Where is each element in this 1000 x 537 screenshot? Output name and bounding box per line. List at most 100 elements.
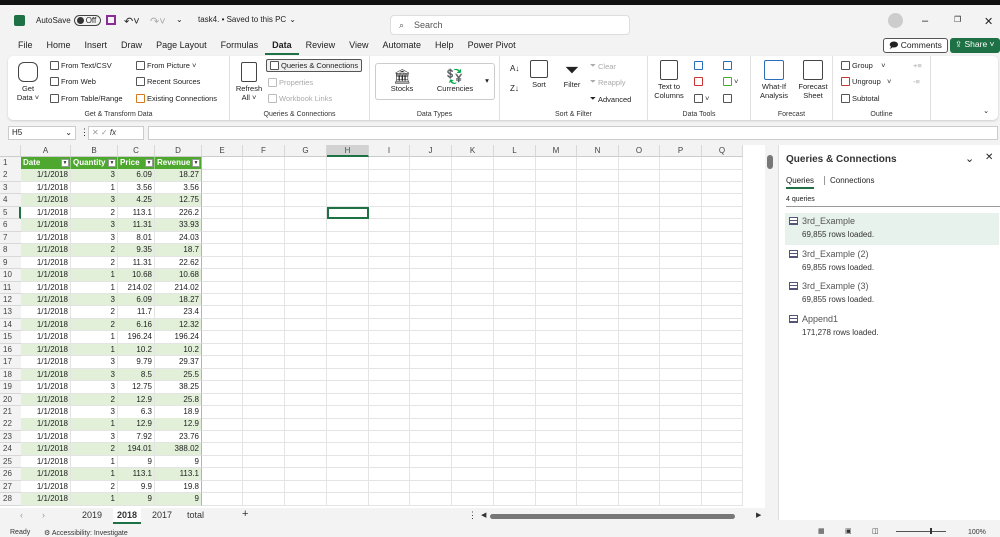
cell[interactable] [577,231,619,245]
subtotal-button[interactable]: Subtotal [841,94,880,103]
cell[interactable] [660,455,702,469]
table-cell[interactable]: 214.02 [155,281,202,294]
cell[interactable] [369,181,410,195]
cell[interactable] [452,244,494,257]
cell[interactable] [577,331,619,344]
table-cell[interactable]: 12.9 [118,418,155,431]
table-cell[interactable]: 9 [155,455,202,469]
cell[interactable] [410,157,452,170]
column-header[interactable]: E [202,145,243,157]
tab-insert[interactable]: Insert [78,37,115,55]
table-cell[interactable]: 1/1/2018 [21,306,71,319]
table-cell[interactable]: 2 [71,480,118,494]
table-cell[interactable]: 18.7 [155,244,202,257]
cell[interactable] [327,418,369,431]
cell[interactable] [702,244,743,257]
cell[interactable] [702,219,743,232]
cell[interactable] [494,418,536,431]
cell[interactable] [327,169,369,182]
table-cell[interactable]: 9.79 [118,356,155,369]
cell[interactable] [202,318,243,332]
table-cell[interactable]: 1/1/2018 [21,455,71,469]
cell[interactable] [202,480,243,494]
group-button[interactable]: Group ˅ [841,61,886,70]
cell[interactable] [619,430,660,444]
cell[interactable] [619,468,660,481]
table-cell[interactable]: 1/1/2018 [21,430,71,444]
cell[interactable] [494,269,536,282]
column-header[interactable]: M [536,145,577,157]
cell[interactable] [410,468,452,481]
cell[interactable] [285,194,327,207]
cell[interactable] [577,306,619,319]
cell[interactable] [619,169,660,182]
cell[interactable] [243,393,285,407]
cell[interactable] [243,430,285,444]
cell[interactable] [285,406,327,419]
cell[interactable] [202,269,243,282]
row-header[interactable]: 1 [0,157,21,170]
cell[interactable] [702,331,743,344]
cell[interactable] [202,169,243,182]
cell[interactable] [452,356,494,369]
row-header[interactable]: 3 [0,181,21,195]
page-layout-icon[interactable]: ▣ [845,527,852,535]
ungroup-button[interactable]: Ungroup ˅ [841,77,891,86]
cell[interactable] [285,269,327,282]
table-cell[interactable]: 3 [71,219,118,232]
tab-draw[interactable]: Draw [114,37,149,55]
cell[interactable] [327,455,369,469]
cell[interactable] [577,269,619,282]
column-header[interactable]: D [155,145,202,157]
from-picture-button[interactable]: From Picture ˅ [136,61,196,70]
cell[interactable] [577,181,619,195]
cell[interactable] [452,181,494,195]
table-cell[interactable]: 2 [71,443,118,456]
table-cell[interactable]: 38.25 [155,381,202,394]
table-cell[interactable]: 113.1 [155,468,202,481]
cell[interactable] [536,169,577,182]
cell[interactable] [202,406,243,419]
table-cell[interactable]: 2 [71,306,118,319]
cell[interactable] [577,468,619,481]
get-data-button[interactable]: Get Data ˅ [14,62,42,102]
cell[interactable] [660,219,702,232]
table-cell[interactable]: 8.01 [118,231,155,245]
cell[interactable] [410,306,452,319]
cell[interactable] [243,331,285,344]
cell[interactable] [660,368,702,382]
cell[interactable] [243,406,285,419]
table-cell[interactable]: 12.75 [118,381,155,394]
cell[interactable] [243,356,285,369]
row-header[interactable]: 15 [0,331,21,344]
cell[interactable] [619,393,660,407]
cell[interactable] [369,244,410,257]
filter-dropdown-icon[interactable]: ▼ [108,159,116,167]
table-cell[interactable]: 196.24 [118,331,155,344]
filter-dropdown-icon[interactable]: ▼ [61,159,69,167]
cell[interactable] [202,331,243,344]
cell[interactable] [660,231,702,245]
table-cell[interactable]: 11.31 [118,256,155,270]
pane-close-icon[interactable]: ✕ [985,152,993,163]
cell[interactable] [577,368,619,382]
table-cell[interactable]: 1 [71,181,118,195]
table-cell[interactable]: 2 [71,244,118,257]
cell[interactable] [577,206,619,220]
cell[interactable] [285,356,327,369]
tab-help[interactable]: Help [428,37,461,55]
cell[interactable] [285,331,327,344]
table-cell[interactable]: 1/1/2018 [21,343,71,357]
sheet-tab-2018[interactable]: 2018 [113,508,142,524]
cell[interactable] [369,206,410,220]
properties-button[interactable]: Properties [268,78,313,87]
cell[interactable] [577,343,619,357]
cell[interactable] [243,480,285,494]
table-cell[interactable]: 2 [71,256,118,270]
table-cell[interactable]: 3.56 [118,181,155,195]
cell[interactable] [619,194,660,207]
cell[interactable] [285,368,327,382]
cell[interactable] [536,331,577,344]
row-header[interactable]: 13 [0,306,21,319]
table-cell[interactable]: 1/1/2018 [21,418,71,431]
